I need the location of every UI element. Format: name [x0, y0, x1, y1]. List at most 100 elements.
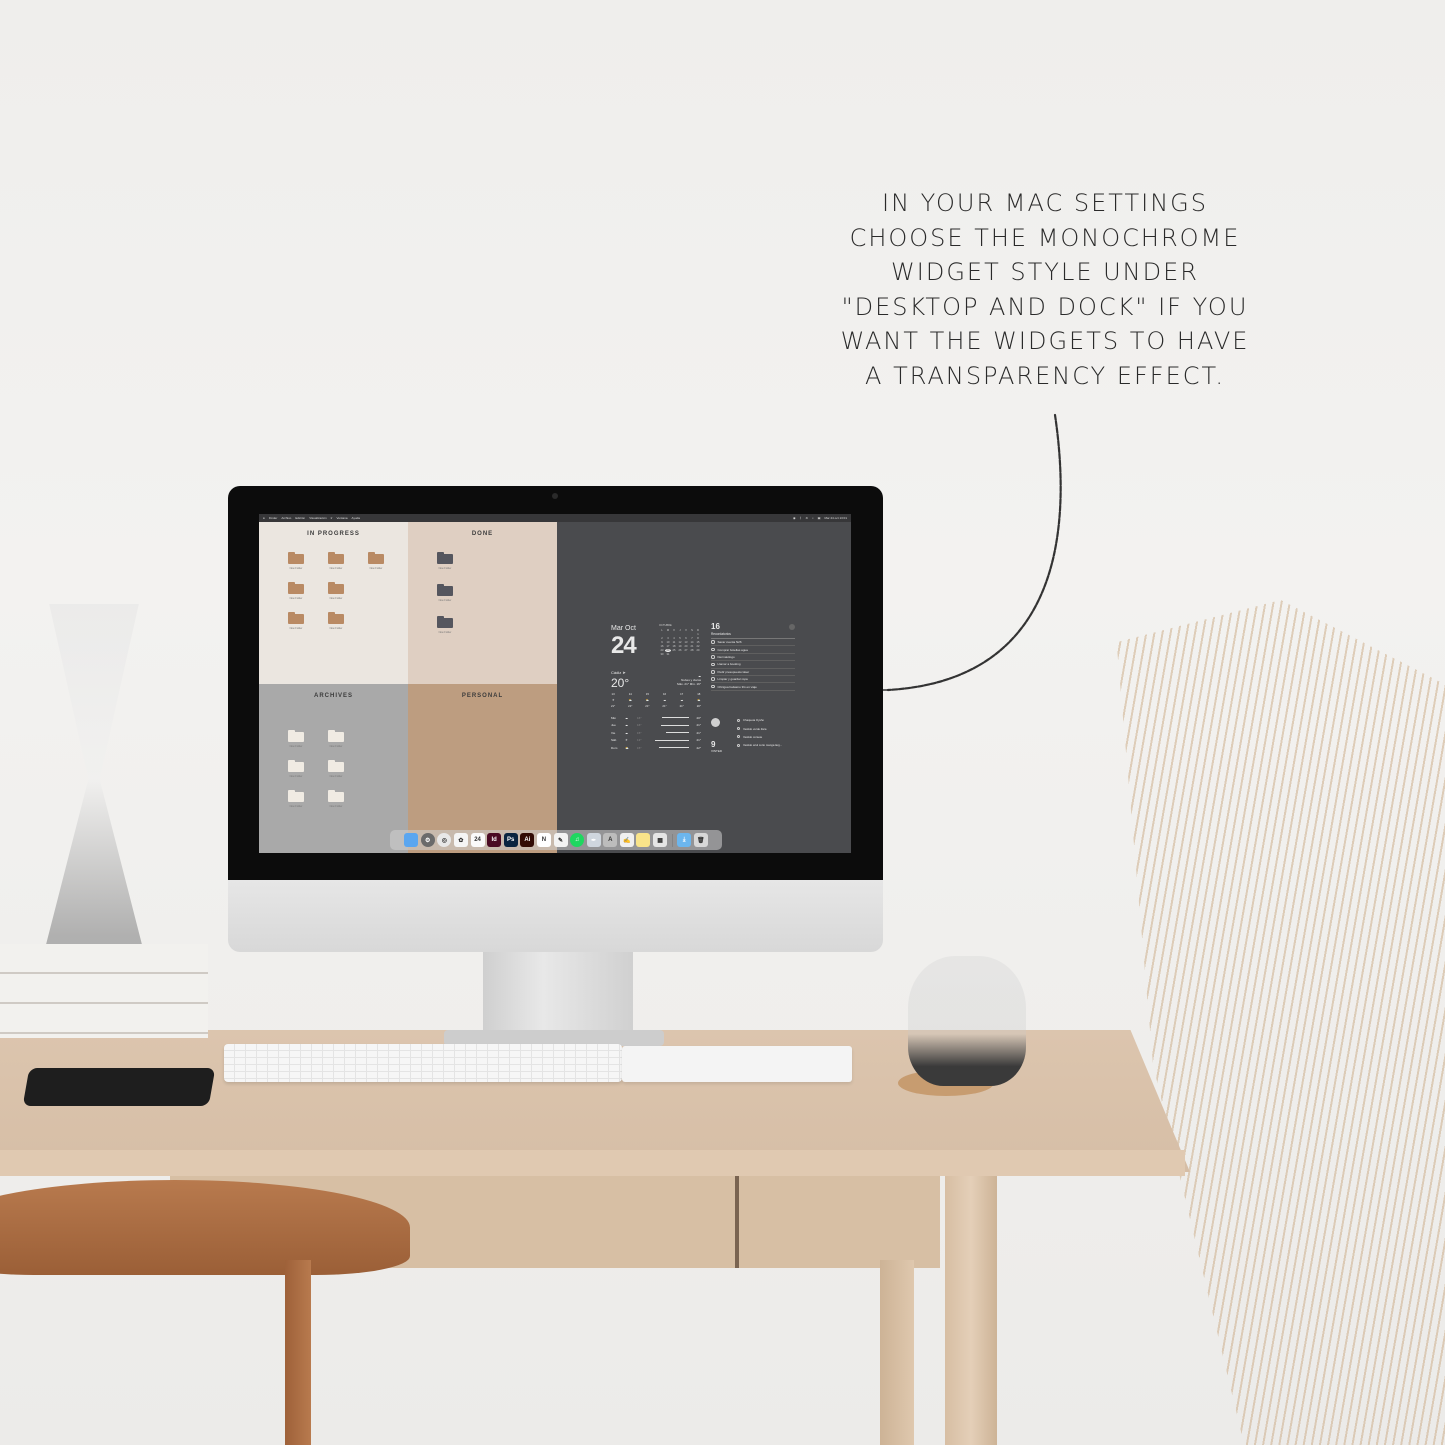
folder-body [288, 762, 304, 772]
dock-downloads-icon[interactable]: ⤓ [677, 833, 692, 847]
reminder-item[interactable]: Pedir presupuesto láser [711, 669, 795, 676]
dock-chrome-icon[interactable]: ◎ [437, 833, 452, 847]
temp-range-track [651, 717, 689, 719]
shopping-item[interactable]: Vestido corsete [737, 733, 797, 741]
search-icon[interactable]: ⌕ [812, 516, 814, 520]
folder-label: New Folder [329, 627, 343, 630]
reminder-item[interactable]: Sacar cuenta N26 [711, 639, 795, 647]
shopping-text: Vestido azul corto manga larg... [743, 743, 783, 748]
menu-item-window[interactable]: Ventana [337, 516, 348, 520]
dock-notes-icon[interactable] [636, 833, 651, 847]
calendar-day[interactable]: 15 [695, 641, 701, 644]
dock-photoshop-icon[interactable]: Ps [503, 833, 518, 847]
folder-icon[interactable]: New Folder [328, 790, 344, 808]
cloud-icon: ☁ [663, 698, 666, 702]
menu-item-edit[interactable]: Edición [295, 516, 305, 520]
menu-item-go[interactable]: Ir [331, 516, 333, 520]
menu-item-view[interactable]: Visualización [309, 516, 326, 520]
dock-freeform-icon[interactable]: ✎ [553, 833, 568, 847]
shopping-item[interactable]: Vestido azul corto manga larg... [737, 741, 797, 749]
folder-label: New Folder [438, 631, 452, 634]
reminder-item[interactable]: Limpiar y guardar ropa [711, 676, 795, 684]
hour-temp: 21° [679, 704, 684, 708]
reminder-text: Chirigua balsamo 3G en viaje [717, 684, 757, 689]
checkbox-circle-icon[interactable] [711, 655, 715, 659]
checkbox-circle-icon[interactable] [737, 743, 740, 747]
keyboard [224, 1044, 622, 1082]
calendar-day[interactable]: 31 [665, 653, 671, 656]
folder-label: New Folder [329, 775, 343, 778]
calendar-widget[interactable]: OCTUBRE L M X J V S D 1 2 3 4 5 6 7 8 9 10 11 12 13 14 15 16 17… [659, 624, 701, 656]
dock: ⚙ ◎ ✿ 24 Id Ps Ai N ✎ ♫ ✒ A ✍ ▦ ⤓ 🗑 [390, 830, 722, 850]
dock-photos-icon[interactable]: ✿ [453, 833, 468, 847]
dock-script-editor-icon[interactable]: ✒ [586, 833, 601, 847]
hourly-item: 16 ☁ 21° [662, 692, 666, 708]
bluetooth-icon[interactable]: ᛒ [800, 516, 802, 520]
folder-icon[interactable]: New Folder [328, 612, 344, 630]
dock-font-book-icon[interactable]: A [603, 833, 618, 847]
folder-icon[interactable]: New Folder [288, 552, 304, 570]
dock-notion-icon[interactable]: N [536, 833, 551, 847]
folder-body [288, 554, 304, 564]
dock-finder-icon[interactable] [404, 833, 419, 847]
dock-indesign-icon[interactable]: Id [487, 833, 502, 847]
calendar-day[interactable]: 22 [695, 645, 701, 648]
calendar-day[interactable]: 1 [695, 633, 701, 636]
dock-textedit-icon[interactable]: ✍ [619, 833, 634, 847]
hourly-item: 14 ⛅ 21° [628, 692, 632, 708]
hour-label: 17 [680, 692, 684, 696]
checkbox-circle-icon[interactable] [737, 735, 740, 739]
menubar-clock[interactable]: Mar 24 oct 13:01 [824, 516, 847, 520]
status-icon[interactable]: ◉ [793, 516, 796, 520]
folder-icon[interactable]: New Folder [437, 616, 453, 634]
menu-item-file[interactable]: Archivo [281, 516, 291, 520]
wifi-icon[interactable]: ≋ [805, 516, 808, 520]
folder-icon[interactable]: New Folder [288, 790, 304, 808]
checkbox-circle-icon[interactable] [711, 670, 715, 674]
quadrant-title: ARCHIVES [313, 693, 353, 699]
control-center-icon[interactable]: ▣ [818, 516, 821, 520]
annotation-line: "Desktop and Dock" if you [841, 292, 1249, 321]
reminder-item[interactable]: Comprar botellas agua [711, 646, 795, 654]
calendar-day[interactable]: 29 [695, 649, 701, 652]
daily-forecast: Mié ☁ 16° 20° Jue ☁ 16° 21° Vie ☁ 15° 21° Sáb ☀ 13° 21°… [611, 714, 701, 752]
folder-icon[interactable]: New Folder [328, 730, 344, 748]
shopping-item[interactable]: Vestido verde Zara [737, 724, 797, 732]
reminders-widget[interactable]: 16 Recordatorios Sacar cuenta N26 Comprar… [711, 622, 795, 691]
folder-icon[interactable]: New Folder [368, 552, 384, 570]
menu-item-help[interactable]: Ayuda [352, 516, 360, 520]
calendar-day[interactable]: 8 [695, 637, 701, 640]
reminder-item[interactable]: Chirigua balsamo 3G en viaje [711, 683, 795, 691]
folder-icon[interactable]: New Folder [328, 552, 344, 570]
day-low: 16° [637, 723, 642, 728]
shopping-item[interactable]: Chaqueta Oysho [737, 716, 797, 724]
checkbox-circle-icon[interactable] [711, 677, 715, 681]
reminder-item[interactable]: Llamar a booking [711, 661, 795, 669]
dock-trash-icon[interactable]: 🗑 [693, 833, 708, 847]
checkbox-circle-icon[interactable] [711, 640, 715, 644]
folder-body [288, 584, 304, 594]
folder-icon[interactable]: New Folder [437, 584, 453, 602]
folder-icon[interactable]: New Folder [328, 582, 344, 600]
checkbox-circle-icon[interactable] [711, 684, 715, 689]
apple-menu-icon[interactable]: ● [263, 516, 265, 520]
dock-system-settings-icon[interactable]: ⚙ [420, 833, 435, 847]
folder-icon[interactable]: New Folder [288, 730, 304, 748]
dock-illustrator-icon[interactable]: Ai [520, 833, 535, 847]
checkbox-circle-icon[interactable] [737, 718, 740, 722]
folder-icon[interactable]: New Folder [288, 612, 304, 630]
dock-spotify-icon[interactable]: ♫ [570, 833, 585, 847]
shopping-text: Vestido verde Zara [743, 726, 767, 731]
dock-launchpad-icon[interactable]: ▦ [653, 833, 668, 847]
checkbox-circle-icon[interactable] [737, 727, 740, 731]
menu-item-finder[interactable]: Finder [269, 516, 278, 520]
folder-icon[interactable]: New Folder [288, 760, 304, 778]
folder-icon[interactable]: New Folder [288, 582, 304, 600]
folder-icon[interactable]: New Folder [328, 760, 344, 778]
folder-icon[interactable]: New Folder [437, 552, 453, 570]
reminder-item[interactable]: Dermatólogo [711, 654, 795, 662]
checkbox-circle-icon[interactable] [711, 647, 715, 652]
dock-calendar-icon[interactable]: 24 [470, 833, 485, 847]
checkbox-circle-icon[interactable] [711, 662, 715, 667]
widget-area: Mar Oct 24 OCTUBRE L M X J V S D 1 2 3 4 5 6 7 8 9 10 11 1… [611, 618, 801, 758]
